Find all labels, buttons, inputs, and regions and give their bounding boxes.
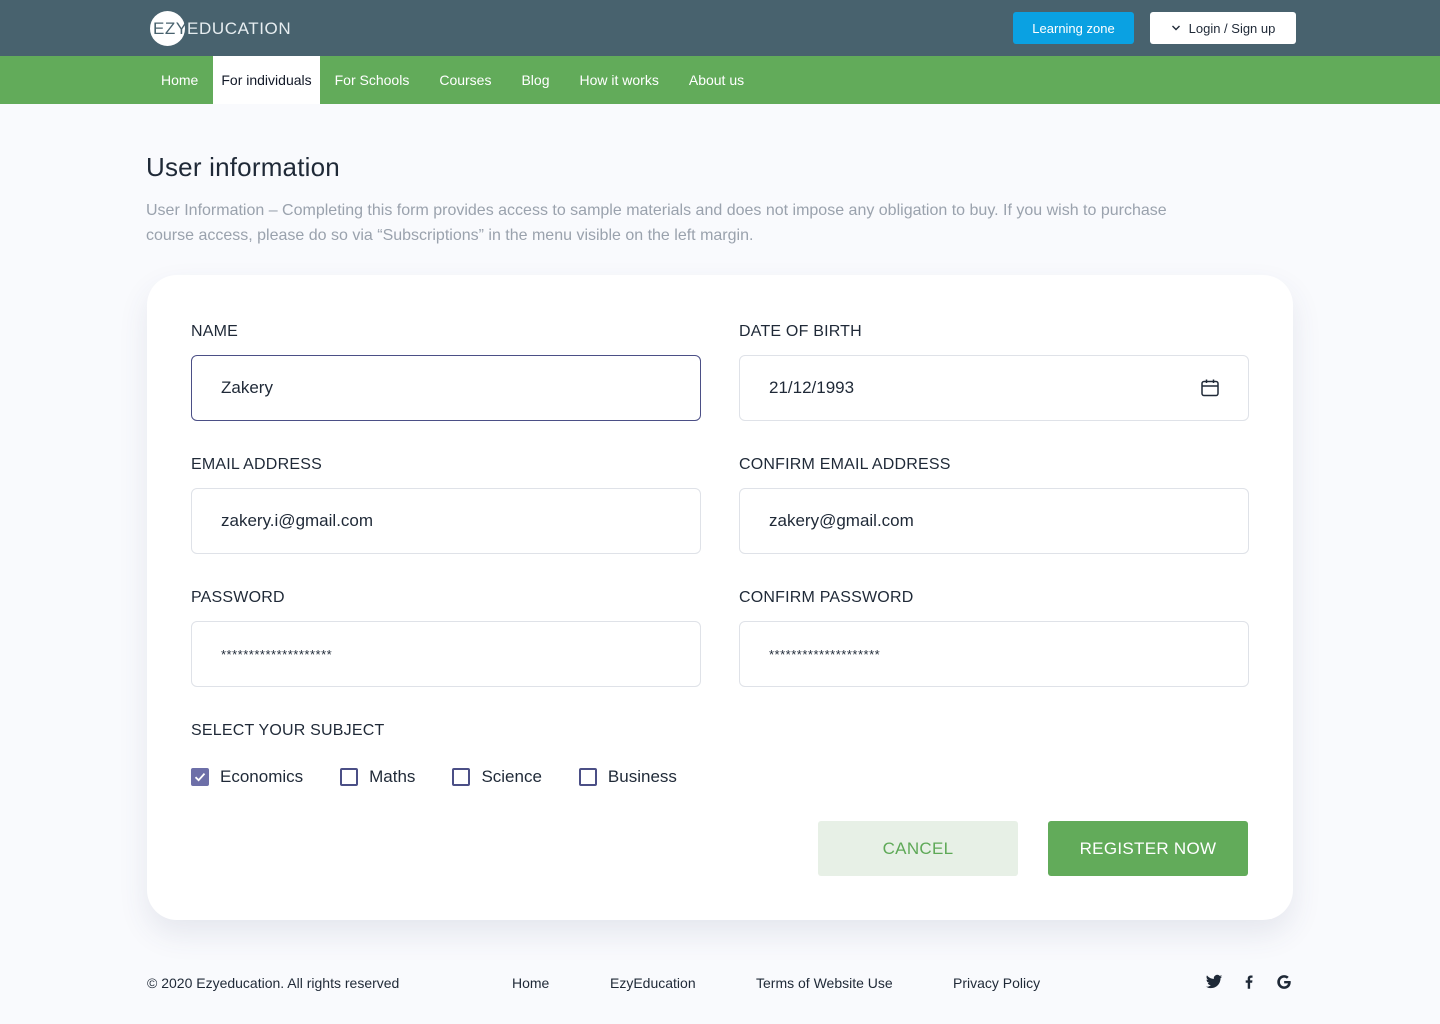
footer-link-terms[interactable]: Terms of Website Use [756,975,893,991]
subject-label: SELECT YOUR SUBJECT [191,722,385,739]
subject-option-maths[interactable]: Maths [340,767,415,787]
page-description: User Information – Completing this form … [146,202,1167,244]
dob-value: 21/12/1993 [769,378,855,397]
subject-option-label: Science [481,767,542,786]
subject-options: Economics Maths Science Business [191,767,714,787]
nav-item-blog[interactable]: Blog [506,56,564,104]
confirm-email-label: CONFIRM EMAIL ADDRESS [739,456,951,473]
calendar-icon[interactable] [1200,378,1220,398]
checkbox-unchecked[interactable] [452,768,471,786]
name-value: Zakery [221,378,273,397]
chevron-down-icon [1171,25,1180,31]
password-label: PASSWORD [191,589,285,606]
nav-item-about-us[interactable]: About us [674,56,759,104]
checkbox-unchecked[interactable] [578,768,597,786]
email-label: EMAIL ADDRESS [191,456,322,473]
login-signup-label: Login / Sign up [1188,20,1276,36]
checkbox-checked[interactable] [191,768,209,786]
password-value: ******************** [221,646,333,662]
confirm-password-value: ******************** [769,646,881,662]
confirm-email-value: zakery@gmail.com [769,511,914,530]
confirm-email-input[interactable]: zakery@gmail.com [739,488,1249,554]
email-input[interactable]: zakery.i@gmail.com [191,488,701,554]
subject-option-science[interactable]: Science [452,767,542,787]
nav-item-for-individuals[interactable]: For individuals [213,56,320,104]
dob-label: DATE OF BIRTH [739,323,862,340]
facebook-icon[interactable] [1240,973,1258,991]
footer-link-privacy[interactable]: Privacy Policy [953,975,1040,991]
email-value: zakery.i@gmail.com [221,511,374,530]
google-icon[interactable] [1275,973,1293,991]
learning-zone-button[interactable]: Learning zone [1013,12,1134,44]
checkbox-unchecked[interactable] [340,768,359,786]
nav-item-for-schools[interactable]: For Schools [320,56,425,104]
top-bar: EZY EDUCATION Learning zone Login / Sign… [0,0,1440,56]
footer-link-ezyeducation[interactable]: EzyEducation [610,975,696,991]
main-nav: Home For individuals For Schools Courses… [0,56,1440,104]
page-title: User information [146,152,340,182]
subject-option-label: Economics [220,767,304,786]
logo[interactable]: EZY EDUCATION [150,11,291,46]
name-input[interactable]: Zakery [191,355,701,421]
login-signup-button[interactable]: Login / Sign up [1150,12,1296,44]
checkmark-icon [194,773,206,782]
subject-option-business[interactable]: Business [578,767,677,787]
password-input[interactable]: ******************** [191,621,701,687]
nav-item-how-it-works[interactable]: How it works [565,56,674,104]
register-now-button[interactable]: REGISTER NOW [1048,821,1248,876]
footer-copyright: © 2020 Ezyeducation. All rights reserved [147,975,400,991]
subject-option-economics[interactable]: Economics [191,767,303,787]
twitter-icon[interactable] [1205,973,1223,991]
confirm-password-label: CONFIRM PASSWORD [739,589,914,606]
nav-item-home[interactable]: Home [146,56,213,104]
confirm-password-input[interactable]: ******************** [739,621,1249,687]
logo-text: EDUCATION [187,18,292,38]
cancel-button[interactable]: CANCEL [818,821,1018,876]
footer-link-home[interactable]: Home [512,975,549,991]
subject-option-label: Business [607,767,677,786]
registration-form-card: NAME Zakery DATE OF BIRTH 21/12/1993 EMA… [147,275,1293,920]
subject-option-label: Maths [369,767,416,786]
nav-item-courses[interactable]: Courses [424,56,506,104]
dob-input[interactable]: 21/12/1993 [739,355,1249,421]
name-label: NAME [191,323,239,340]
logo-badge-text: EZY [153,18,188,38]
logo-badge: EZY [150,11,188,46]
